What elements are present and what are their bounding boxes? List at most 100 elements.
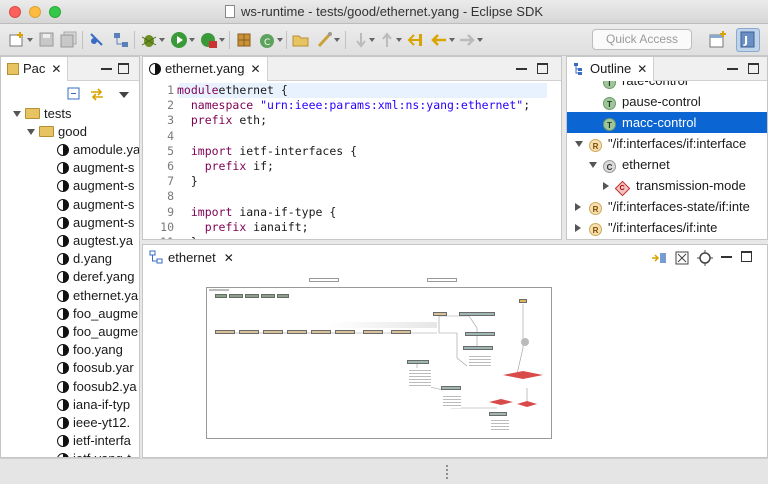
tree-item-file[interactable]: ietf-interfa <box>57 432 131 450</box>
diagram-node[interactable] <box>335 330 355 334</box>
resize-grip-icon[interactable] <box>445 464 449 480</box>
open-task-icon[interactable] <box>316 31 334 49</box>
diagram-node[interactable] <box>311 330 331 334</box>
new-class-icon[interactable]: C <box>258 31 276 49</box>
tree-item-file[interactable]: augment-s <box>57 214 134 232</box>
diagram-node[interactable] <box>261 294 275 298</box>
expand-twisty-icon[interactable] <box>589 162 597 168</box>
new-java-package-icon[interactable] <box>235 31 253 49</box>
minimize-icon[interactable] <box>101 64 112 70</box>
minimize-icon[interactable] <box>727 64 738 70</box>
code-line[interactable]: 9 import iana-if-type { <box>143 205 336 220</box>
tree-item-file[interactable]: foo_augme <box>57 305 138 323</box>
diagram-node[interactable] <box>519 299 527 303</box>
tree-item-file[interactable]: augment-s <box>57 196 134 214</box>
new-icon[interactable] <box>8 31 26 49</box>
diagram-choice-node[interactable] <box>517 400 537 408</box>
zoom-icon[interactable] <box>697 250 713 266</box>
diagram-node[interactable] <box>239 330 259 334</box>
open-folder-icon[interactable] <box>292 31 310 49</box>
diagram-node[interactable] <box>465 332 495 336</box>
forward-icon[interactable] <box>458 31 476 49</box>
close-tab-icon[interactable]: ✕ <box>251 62 261 76</box>
expand-twisty-icon[interactable] <box>575 141 583 147</box>
tree-item-file[interactable]: augment-s <box>57 159 134 177</box>
new-dropdown-arrow-icon[interactable] <box>27 38 33 42</box>
tree-item-file[interactable]: ietf-yang-t <box>57 450 131 457</box>
close-tab-icon[interactable]: ✕ <box>224 251 234 265</box>
external-tool-dropdown-arrow-icon[interactable] <box>219 38 225 42</box>
view-menu-icon[interactable] <box>119 92 129 98</box>
tab-outline[interactable]: Outline ✕ <box>567 57 655 81</box>
layout-icon[interactable] <box>651 251 667 265</box>
close-tab-icon[interactable]: ✕ <box>637 62 647 76</box>
hierarchy-icon[interactable] <box>112 31 130 49</box>
tree-item-good[interactable]: good <box>27 123 87 141</box>
back-dropdown-arrow-icon[interactable] <box>449 38 455 42</box>
tree-item-file[interactable]: foo.yang <box>57 341 123 359</box>
diagram-node[interactable] <box>215 330 235 334</box>
tree-item-tests[interactable]: tests <box>13 105 71 123</box>
outline-item[interactable]: Tpause-control <box>567 91 767 112</box>
diagram-node[interactable] <box>459 312 495 316</box>
collapse-twisty-icon[interactable] <box>575 203 581 211</box>
tree-item-file[interactable]: augment-s <box>57 177 134 195</box>
diagram-node[interactable] <box>433 312 447 316</box>
outline-item[interactable]: Ctransmission-mode <box>567 175 767 197</box>
collapse-twisty-icon[interactable] <box>603 182 609 190</box>
fit-diagram-icon[interactable] <box>675 251 689 265</box>
outline-item[interactable]: R "/if:interfaces-state/if:inte <box>567 196 767 217</box>
next-annotation-icon[interactable] <box>352 31 370 49</box>
tree-item-file[interactable]: ethernet.ya <box>57 287 138 305</box>
collapse-all-icon[interactable] <box>67 87 81 101</box>
tree-item-file[interactable]: ieee-yt12. <box>57 414 130 432</box>
code-line[interactable]: 6 prefix if; <box>143 159 274 174</box>
outline-item[interactable]: R "/if:interfaces/if:inte <box>567 217 767 238</box>
code-line[interactable]: 4 <box>143 129 177 144</box>
minimize-icon[interactable] <box>721 252 732 258</box>
outline-item[interactable]: Trate-control <box>567 81 767 91</box>
save-icon[interactable] <box>38 31 56 49</box>
tree-item-file[interactable]: d.yang <box>57 250 112 268</box>
diagram-choice-node[interactable] <box>489 398 513 406</box>
run-external-tool-icon[interactable] <box>200 31 218 49</box>
java-perspective-button[interactable]: J <box>736 28 760 52</box>
minimize-icon[interactable] <box>516 64 527 70</box>
code-line[interactable]: 2 namespace "urn:ieee:params:xml:ns:yang… <box>143 98 530 113</box>
back-icon[interactable] <box>430 31 448 49</box>
debug-dropdown-arrow-icon[interactable] <box>159 38 165 42</box>
code-line[interactable]: 5 import ietf-interfaces { <box>143 144 357 159</box>
diagram-node[interactable] <box>229 294 243 298</box>
code-line[interactable]: 3 prefix eth; <box>143 113 267 128</box>
diagram-node[interactable] <box>245 294 259 298</box>
close-tab-icon[interactable]: ✕ <box>51 62 61 76</box>
code-line[interactable]: 11 } <box>143 235 198 239</box>
skip-breakpoints-icon[interactable] <box>88 31 106 49</box>
diagram-node[interactable] <box>441 386 461 390</box>
code-line[interactable]: 10 prefix ianaift; <box>143 220 308 235</box>
save-all-icon[interactable] <box>60 31 78 49</box>
diagram-node[interactable] <box>287 330 307 334</box>
quick-access-input[interactable]: Quick Access <box>592 29 692 50</box>
tree-item-file[interactable]: amodule.ya <box>57 141 139 159</box>
diagram-node[interactable] <box>277 294 289 298</box>
diagram-node[interactable] <box>263 330 283 334</box>
code-line[interactable]: 8 <box>143 189 177 204</box>
diagram-node[interactable] <box>391 330 411 334</box>
expand-twisty-icon[interactable] <box>13 111 21 117</box>
tree-item-file[interactable]: foosub2.ya <box>57 378 137 396</box>
next-annotation-dropdown-arrow-icon[interactable] <box>369 38 375 42</box>
open-perspective-icon[interactable] <box>708 30 728 50</box>
maximize-icon[interactable] <box>748 63 759 74</box>
maximize-icon[interactable] <box>741 251 752 262</box>
previous-annotation-dropdown-arrow-icon[interactable] <box>396 38 402 42</box>
run-icon[interactable] <box>170 31 188 49</box>
code-line[interactable]: 1 moduleethernet { <box>143 83 288 98</box>
code-line[interactable]: 7 } <box>143 174 198 189</box>
diagram-choice-node[interactable] <box>503 370 543 380</box>
tab-ethernet-diagram[interactable]: ethernet ✕ <box>149 250 234 265</box>
maximize-icon[interactable] <box>118 63 129 74</box>
forward-dropdown-arrow-icon[interactable] <box>477 38 483 42</box>
diagram-node[interactable] <box>363 330 383 334</box>
collapse-twisty-icon[interactable] <box>575 224 581 232</box>
